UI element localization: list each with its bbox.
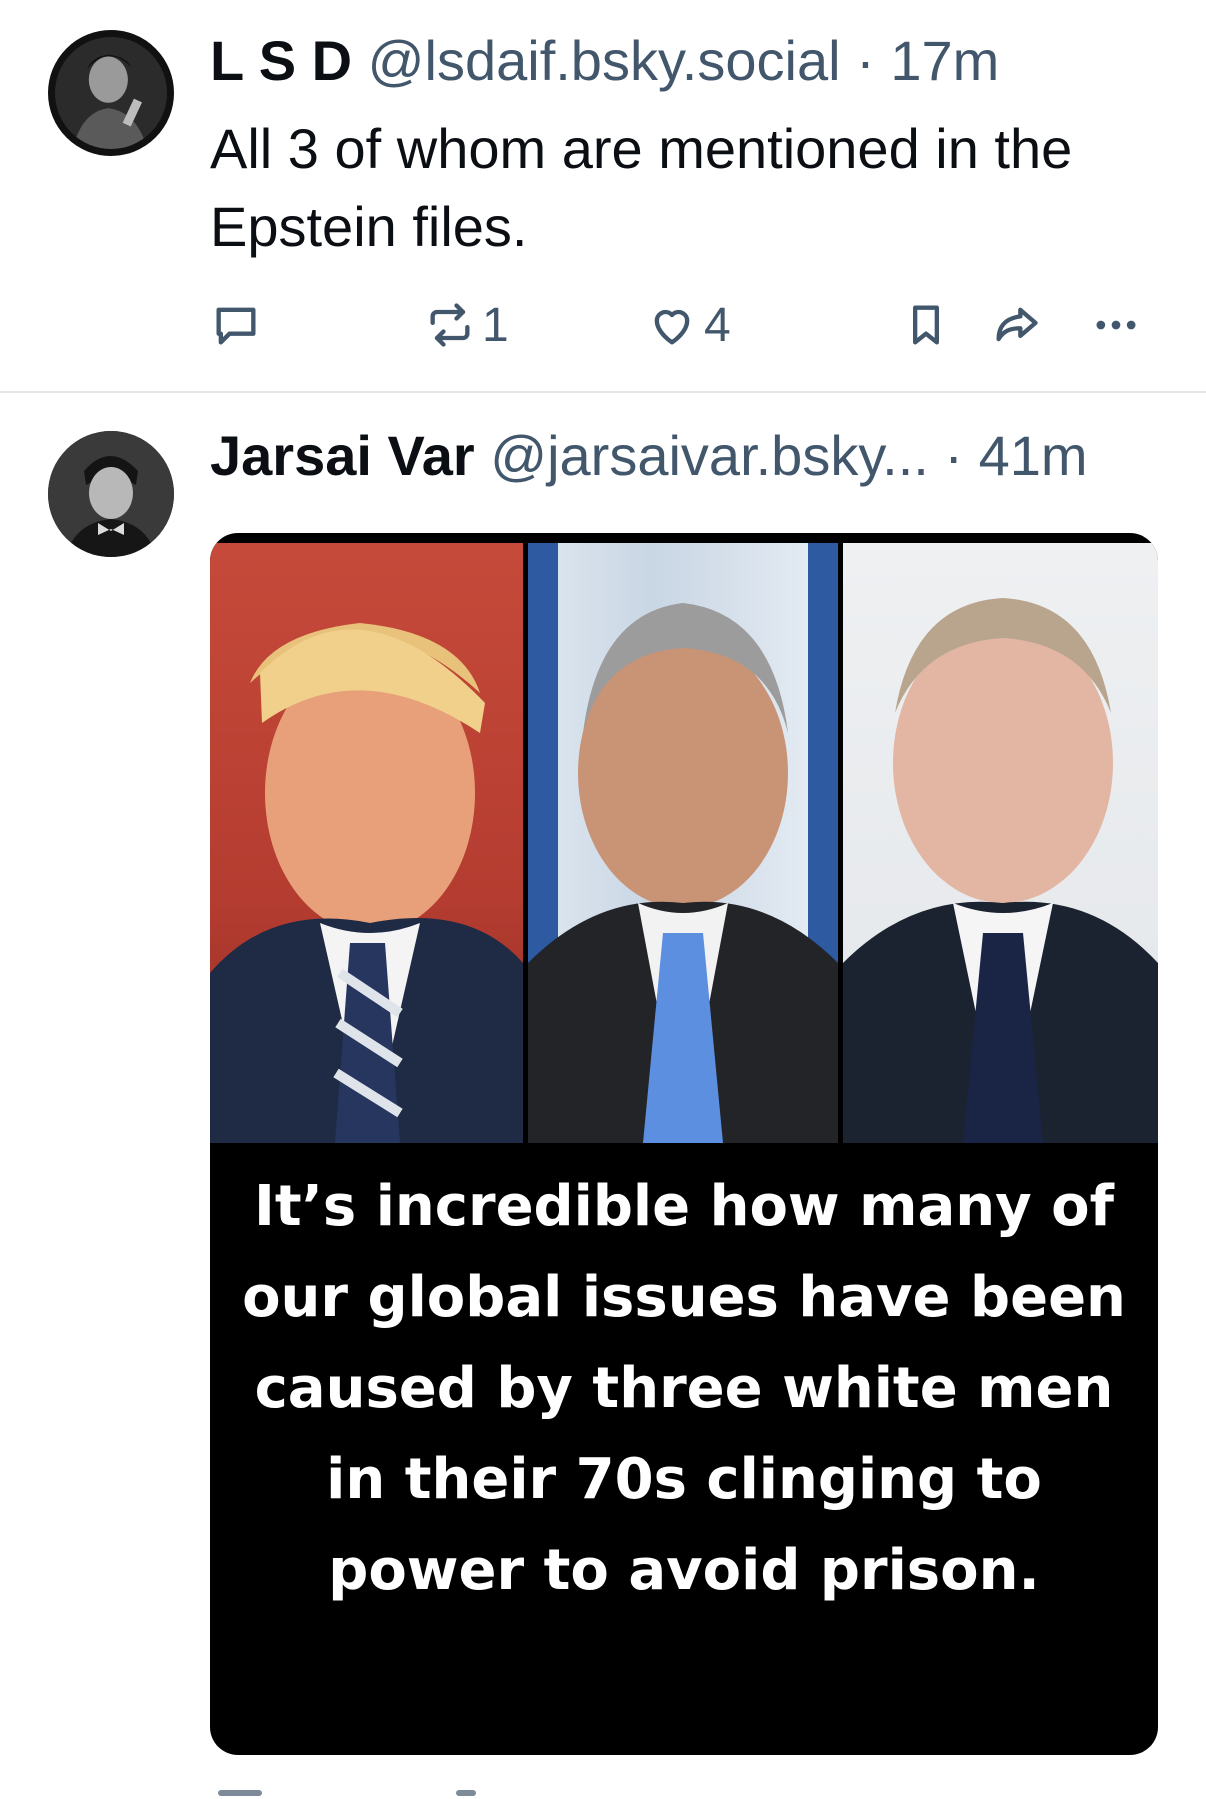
image-panel-center-portrait [528,543,838,1143]
post-time[interactable]: 41m [979,424,1088,487]
like-count: 4 [704,298,731,352]
reply-icon [216,307,256,345]
separator-dot: · [944,424,964,487]
post-actions-partial [210,1784,610,1799]
bookmark-icon [913,305,939,345]
post-image[interactable]: It’s incredible how many of our global i… [210,533,1158,1755]
image-panel-right-portrait [843,543,1158,1143]
like-button[interactable]: 4 [646,290,731,360]
post-header: Jarsai Var @jarsaivar.bsky... · 41m [210,423,1088,489]
separator-dot: · [856,29,875,92]
post-text: All 3 of whom are mentioned in the Epste… [210,117,1073,258]
repost-count: 1 [482,298,509,352]
heart-icon [654,309,690,345]
author-name[interactable]: L S D [210,29,352,92]
post-lsd[interactable]: L S D @lsdaif.bsky.social · 17m All 3 of… [0,0,1206,392]
portrait-figure [528,543,838,1143]
more-options-button[interactable] [1090,290,1142,360]
author-handle[interactable]: @lsdaif.bsky.social [368,29,841,92]
portrait-figure [843,598,1158,1143]
avatar-jarsai-var[interactable] [48,431,174,557]
image-caption-text: It’s incredible how many of our global i… [242,1174,1126,1603]
reply-button[interactable] [210,290,262,360]
share-icon [996,307,1038,342]
post-time[interactable]: 17m [890,29,999,92]
more-icon [1096,320,1136,330]
bookmark-button[interactable] [900,290,952,360]
author-handle[interactable]: @jarsaivar.bsky... [490,424,929,487]
avatar-portrait-image [55,37,167,149]
post-jarsai-var[interactable]: Jarsai Var @jarsaivar.bsky... · 41m It’s… [0,393,1206,1799]
avatar-lsd[interactable] [48,30,174,156]
post-header: L S D @lsdaif.bsky.social · 17m [210,28,999,94]
author-name[interactable]: Jarsai Var [210,424,475,487]
share-button[interactable] [990,290,1042,360]
image-panel-left-portrait [210,543,523,1143]
repost-button[interactable]: 1 [424,290,509,360]
post-actions: 1 4 [0,290,1206,360]
avatar-portrait-image [48,431,174,557]
portrait-figure [210,623,523,1143]
repost-icon [430,303,470,347]
